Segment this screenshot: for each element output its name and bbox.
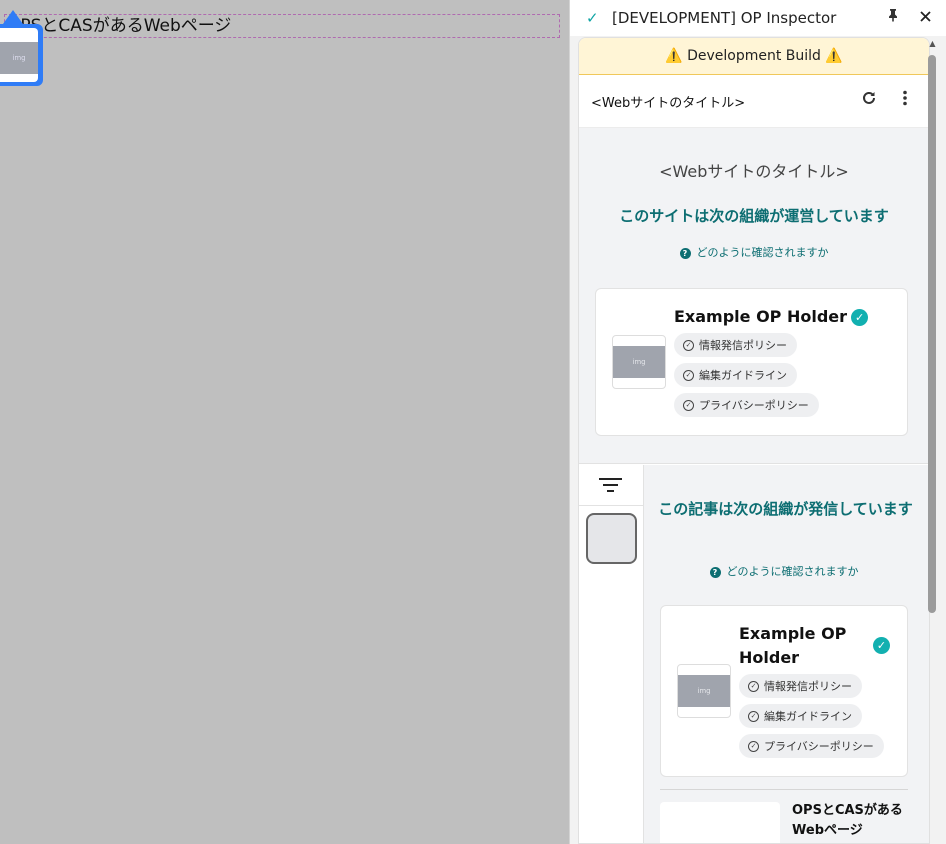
check-circle-icon: ✓ (748, 710, 759, 722)
side-panel: ✓ [DEVELOPMENT] OP Inspector ⚠️ Developm… (569, 0, 946, 844)
article-org-name: Example OP Holder (739, 624, 847, 667)
site-org-name-text: Example OP Holder (674, 307, 848, 326)
check-circle-icon: ✓ (683, 399, 694, 411)
article-area: この記事は次の組織が発信しています ? どのように確認されますか img Exam… (579, 465, 929, 843)
filter-icon[interactable] (579, 465, 643, 506)
panel-title: [DEVELOPMENT] OP Inspector (612, 9, 837, 27)
article-operator-heading: この記事は次の組織が発信しています (658, 500, 913, 518)
ops-badge[interactable]: img (0, 10, 43, 86)
check-circle-icon: ✓ (748, 680, 759, 692)
article-org-card[interactable]: img Example OP Holder ✓ ✓ 情報発信ポリシー ✓ 編集ガイド… (660, 605, 908, 777)
ops-badge-card: img (0, 28, 38, 82)
policy-chip-label: プライバシーポリシー (764, 740, 874, 753)
article-how-verified-label: どのように確認されますか (726, 565, 859, 578)
article-org-logo: img (677, 664, 731, 718)
site-how-verified-label: どのように確認されますか (696, 246, 829, 259)
site-org-logo-image: img (613, 346, 665, 378)
site-operator-heading: このサイトは次の組織が運営しています (619, 207, 889, 225)
site-how-verified-link[interactable]: ? どのように確認されますか (579, 244, 929, 260)
site-org-card[interactable]: img Example OP Holder ✓ ✓ 情報発信ポリシー ✓ 編集ガイドラ… (595, 288, 908, 436)
ops-badge-image: img (0, 42, 38, 74)
article-detail: この記事は次の組織が発信しています ? どのように確認されますか img Exam… (644, 465, 929, 843)
app-header: <Webサイトのタイトル> (579, 75, 929, 128)
op-inspector-logo-icon: ✓ (586, 9, 599, 27)
article-sidebar (579, 465, 644, 843)
next-article-thumbnail[interactable] (660, 802, 780, 843)
policy-chip-label: プライバシーポリシー (699, 399, 809, 412)
header-site-title: <Webサイトのタイトル> (591, 95, 746, 111)
article-how-verified-link[interactable]: ? どのように確認されますか (644, 563, 924, 579)
panel-scrollbar[interactable]: ▲ (926, 37, 939, 844)
article-thumbnail-button[interactable] (586, 513, 637, 564)
more-vertical-icon[interactable] (893, 89, 917, 113)
page-heading: OPSとCASがあるWebページ (4, 14, 560, 38)
pin-icon[interactable] (883, 8, 903, 28)
policy-chip-label: 情報発信ポリシー (764, 680, 852, 693)
article-org-logo-image: img (678, 675, 730, 707)
article-org-policy-list: ✓ 情報発信ポリシー ✓ 編集ガイドライン ✓ プライバシーポリシー (739, 674, 884, 758)
policy-chip-info[interactable]: ✓ 情報発信ポリシー (739, 674, 862, 698)
divider (660, 789, 908, 790)
help-circle-icon: ? (679, 248, 691, 259)
check-circle-icon: ✓ (683, 339, 694, 351)
site-title: <Webサイトのタイトル> (659, 162, 849, 181)
site-org-policy-list: ✓ 情報発信ポリシー ✓ 編集ガイドライン ✓ プライバシーポリシー (674, 333, 819, 417)
policy-chip-label: 編集ガイドライン (699, 369, 787, 382)
policy-chip-label: 情報発信ポリシー (699, 339, 787, 352)
site-org-logo: img (612, 335, 666, 389)
site-section: <Webサイトのタイトル> このサイトは次の組織が運営しています ? どのように確… (579, 128, 929, 464)
verified-check-icon: ✓ (873, 637, 890, 654)
site-org-name: Example OP Holder ✓ (674, 305, 869, 329)
scroll-up-arrow-icon[interactable]: ▲ (926, 39, 939, 51)
reload-icon[interactable] (857, 89, 881, 113)
policy-chip-editorial[interactable]: ✓ 編集ガイドライン (739, 704, 862, 728)
help-circle-icon: ? (709, 567, 721, 578)
check-circle-icon: ✓ (683, 369, 694, 381)
verified-check-icon: ✓ (851, 309, 869, 326)
next-article-title[interactable]: OPSとCASがあるWebページ (792, 801, 912, 841)
web-page: OPSとCASがあるWebページ img (0, 0, 569, 844)
scroll-thumb[interactable] (928, 55, 936, 613)
policy-chip-privacy[interactable]: ✓ プライバシーポリシー (739, 734, 884, 758)
check-circle-icon: ✓ (748, 740, 759, 752)
policy-chip-privacy[interactable]: ✓ プライバシーポリシー (674, 393, 819, 417)
dev-build-banner: ⚠️ Development Build ⚠️ (579, 38, 929, 75)
policy-chip-info[interactable]: ✓ 情報発信ポリシー (674, 333, 797, 357)
policy-chip-editorial[interactable]: ✓ 編集ガイドライン (674, 363, 797, 387)
panel-titlebar: ✓ [DEVELOPMENT] OP Inspector (570, 0, 946, 36)
panel-content: ⚠️ Development Build ⚠️ <Webサイトのタイトル> <W… (578, 37, 930, 844)
policy-chip-label: 編集ガイドライン (764, 710, 852, 723)
close-icon[interactable] (915, 8, 935, 28)
